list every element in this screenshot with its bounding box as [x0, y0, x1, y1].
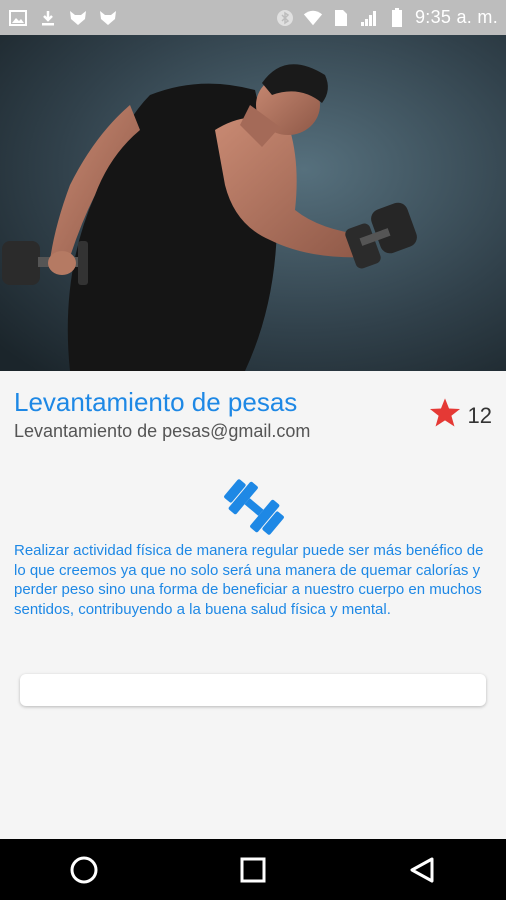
rating-count: 12 [467, 402, 492, 428]
back-triangle-icon [410, 857, 434, 882]
image-icon [8, 8, 28, 28]
navigation-bar [0, 839, 506, 900]
square-icon [240, 857, 266, 882]
bluetooth-icon [275, 8, 295, 28]
recents-button[interactable] [223, 845, 283, 895]
dumbbell-icon [222, 477, 286, 537]
star-icon[interactable] [428, 397, 462, 434]
hero-image [0, 35, 506, 371]
home-circle-icon [70, 856, 98, 883]
content-area: Levantamiento de pesas Levantamiento de … [0, 371, 506, 839]
status-bar: 9:35 a. m. [0, 0, 506, 35]
sim-icon [331, 8, 351, 28]
fox-icon [98, 8, 118, 28]
description-text: Realizar actividad física de manera regu… [14, 542, 484, 618]
battery-icon [387, 7, 407, 28]
home-button[interactable] [54, 845, 114, 895]
fox-icon [68, 8, 88, 28]
email-text[interactable]: Levantamiento de pesas@gmail.com [14, 421, 310, 442]
status-time: 9:35 a. m. [414, 7, 498, 27]
download-icon [38, 8, 58, 28]
page-title: Levantamiento de pesas [14, 387, 298, 417]
back-button[interactable] [392, 845, 452, 895]
signal-icon [359, 8, 379, 28]
rating[interactable]: 12 [428, 397, 492, 434]
empty-card[interactable] [20, 674, 486, 706]
wifi-icon [303, 8, 323, 28]
